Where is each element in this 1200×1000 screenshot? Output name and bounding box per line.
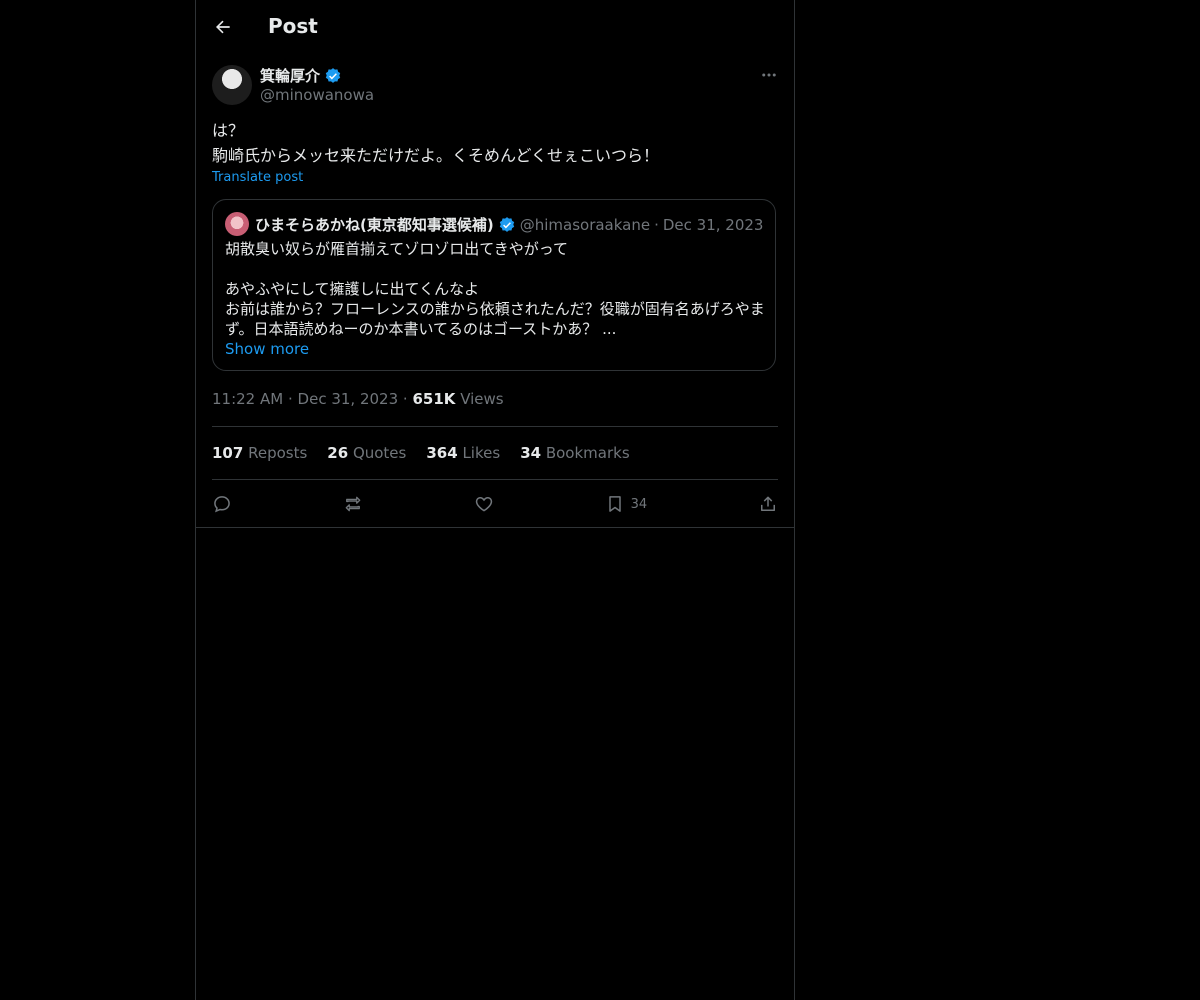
quote-text-line: 胡散臭い奴らが雁首揃えてゾロゾロ出てきやがって bbox=[225, 240, 569, 258]
quote-separator: · bbox=[654, 215, 659, 234]
verified-badge-icon bbox=[499, 216, 514, 232]
quotes-count: 26 bbox=[327, 444, 349, 462]
post-text-line: は？ bbox=[212, 121, 245, 140]
divider bbox=[212, 479, 778, 480]
quote-author-name: ひまそらあかね(東京都知事選候補) bbox=[255, 216, 494, 234]
reply-icon bbox=[214, 496, 230, 513]
bookmarks-stat[interactable]: 34 Bookmarks bbox=[520, 444, 629, 462]
like-button[interactable] bbox=[474, 494, 494, 514]
repost-icon bbox=[345, 496, 361, 512]
author-name-row[interactable]: 箕輪厚介 bbox=[260, 65, 342, 86]
post-date[interactable]: Dec 31, 2023 bbox=[298, 390, 399, 408]
post-text-line: 駒崎氏からメッセ来ただけだよ。くそめんどくせぇこいつら！ bbox=[212, 146, 660, 165]
share-icon bbox=[760, 496, 775, 511]
bookmark-count: 34 bbox=[630, 496, 648, 512]
quote-text-line: お前は誰から？フローレンスの誰から依頼されたんだ？役職が固有名あげろやまず。日本… bbox=[225, 300, 765, 338]
likes-stat[interactable]: 364 Likes bbox=[426, 444, 500, 462]
likes-label: Likes bbox=[462, 444, 501, 462]
bookmarks-label: Bookmarks bbox=[545, 444, 630, 462]
bookmark-icon bbox=[608, 496, 621, 512]
translate-post-link[interactable]: Translate post bbox=[212, 170, 303, 185]
divider bbox=[196, 527, 794, 528]
reply-button[interactable] bbox=[212, 494, 232, 514]
repost-button[interactable] bbox=[343, 494, 363, 514]
more-options-button[interactable] bbox=[758, 64, 780, 86]
quotes-label: Quotes bbox=[352, 444, 407, 462]
reposts-label: Reposts bbox=[248, 444, 308, 462]
post-time[interactable]: 11:22 AM bbox=[212, 390, 283, 408]
quote-blank-line bbox=[225, 259, 765, 279]
bookmark-button[interactable]: 34 bbox=[605, 494, 648, 514]
post-meta: 11:22 AM · Dec 31, 2023 · 651K Views bbox=[212, 390, 504, 408]
likes-count: 364 bbox=[426, 444, 458, 462]
back-button[interactable] bbox=[208, 12, 238, 42]
quote-author-handle: @himasoraakane bbox=[519, 215, 651, 234]
engagement-stats: 107 Reposts 26 Quotes 364 Likes 34 Bookm… bbox=[212, 444, 630, 462]
author-handle[interactable]: @minowanowa bbox=[260, 86, 374, 104]
bookmarks-count: 34 bbox=[520, 444, 542, 462]
share-button[interactable] bbox=[758, 494, 778, 514]
divider bbox=[212, 426, 778, 427]
main-column: Post 箕輪厚介 @minowanowa は？ 駒崎氏からメッセ来ただけだよ。… bbox=[195, 0, 795, 1000]
quote-author-row: ひまそらあかね(東京都知事選候補) @himasoraakane · Dec 3… bbox=[255, 214, 763, 235]
post-header: Post bbox=[196, 0, 794, 54]
quote-text: 胡散臭い奴らが雁首揃えてゾロゾロ出てきやがって あやふやにして擁護しに出てくんな… bbox=[225, 239, 765, 339]
author-avatar[interactable] bbox=[212, 65, 252, 105]
quote-text-line: あやふやにして擁護しに出てくんなよ bbox=[225, 280, 480, 298]
reposts-stat[interactable]: 107 Reposts bbox=[212, 444, 307, 462]
verified-badge-icon bbox=[325, 67, 341, 83]
author-name: 箕輪厚介 bbox=[260, 67, 321, 85]
action-bar: 34 bbox=[212, 489, 778, 519]
post-text: は？ 駒崎氏からメッセ来ただけだよ。くそめんどくせぇこいつら！ bbox=[212, 118, 772, 168]
page-title: Post bbox=[268, 14, 318, 38]
heart-icon bbox=[475, 496, 492, 512]
show-more-link[interactable]: Show more bbox=[225, 340, 309, 358]
views-label: Views bbox=[460, 390, 504, 408]
quote-date: Dec 31, 2023 bbox=[662, 215, 764, 234]
quote-author-avatar bbox=[225, 212, 249, 236]
more-dots-icon bbox=[762, 73, 776, 77]
quoted-post[interactable]: ひまそらあかね(東京都知事選候補) @himasoraakane · Dec 3… bbox=[212, 199, 776, 371]
arrow-left-icon bbox=[216, 20, 230, 34]
quotes-stat[interactable]: 26 Quotes bbox=[327, 444, 406, 462]
reposts-count: 107 bbox=[212, 444, 244, 462]
meta-separator: · bbox=[287, 390, 293, 408]
meta-separator: · bbox=[402, 390, 408, 408]
views-count: 651K bbox=[412, 390, 456, 408]
